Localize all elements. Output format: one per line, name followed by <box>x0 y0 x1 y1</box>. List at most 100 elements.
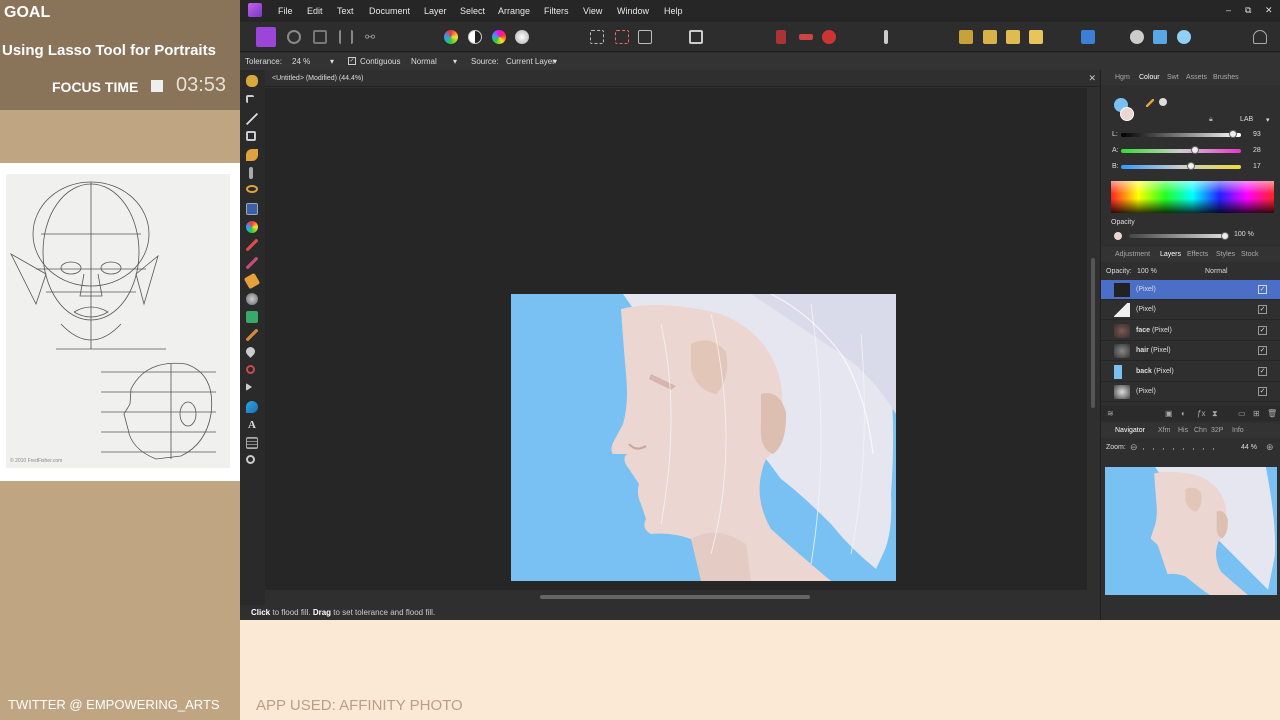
layer-row[interactable]: (Pixel) ✓ <box>1101 280 1280 300</box>
minimize-icon[interactable]: – <box>1226 5 1231 15</box>
tab-history[interactable]: His <box>1178 427 1188 434</box>
vertical-scroll-thumb[interactable] <box>1091 258 1095 408</box>
a-value[interactable]: 28 <box>1253 147 1261 154</box>
crop-tool-icon[interactable] <box>246 131 256 141</box>
close-window-icon[interactable]: ✕ <box>1265 5 1273 16</box>
live-filter-icon[interactable]: ⧗ <box>1212 409 1218 419</box>
zoom-out-icon[interactable]: ⊖ <box>1130 442 1138 453</box>
erase-brush-tool-icon[interactable] <box>243 272 261 290</box>
menu-text[interactable]: Text <box>337 6 354 16</box>
tab-info[interactable]: Info <box>1232 427 1244 434</box>
l-slider-thumb[interactable] <box>1228 130 1237 138</box>
arrange-forward-icon[interactable] <box>1006 30 1020 44</box>
boolean-add-icon[interactable] <box>1130 30 1144 44</box>
dodge-tool-icon[interactable] <box>246 293 258 305</box>
magnet-icon[interactable] <box>822 30 836 44</box>
auto-levels-icon[interactable] <box>444 30 458 44</box>
zoom-tool-icon[interactable] <box>246 455 255 464</box>
marquee-select-icon[interactable] <box>590 30 604 44</box>
flood-select-tool-icon[interactable] <box>249 167 253 179</box>
account-icon[interactable] <box>1253 30 1267 44</box>
lock-icon[interactable]: 🔒︎ <box>1209 116 1213 124</box>
tab-styles[interactable]: Styles <box>1216 251 1235 258</box>
colour-model-select[interactable]: LAB <box>1240 116 1253 123</box>
colour-spectrum-shade[interactable] <box>1111 181 1274 213</box>
boolean-intersect-icon[interactable] <box>1177 30 1191 44</box>
color-picker-tool-icon[interactable] <box>246 113 258 125</box>
l-slider[interactable] <box>1121 133 1241 137</box>
menu-window[interactable]: Window <box>617 6 649 16</box>
affinity-photo-logo-icon[interactable] <box>248 3 262 17</box>
blur-tool-icon[interactable] <box>244 345 257 358</box>
tab-brushes[interactable]: Brushes <box>1213 74 1239 81</box>
arrange-front-icon[interactable] <box>1029 30 1043 44</box>
primary-colour-swatch[interactable] <box>1120 107 1134 121</box>
tab-channels[interactable]: Chn <box>1194 427 1207 434</box>
tab-colour[interactable]: Colour <box>1139 74 1160 81</box>
layer-visibility-checkbox[interactable]: ✓ <box>1258 305 1267 314</box>
blend-mode-dropdown-icon[interactable]: ▾ <box>453 57 457 66</box>
tab-histogram[interactable]: Hgm <box>1115 74 1130 81</box>
align-left-icon[interactable] <box>1081 30 1095 44</box>
menu-select[interactable]: Select <box>460 6 485 16</box>
layer-visibility-checkbox[interactable]: ✓ <box>1258 326 1267 335</box>
layer-row[interactable]: (Pixel) ✓ <box>1101 382 1280 402</box>
export-persona-icon[interactable]: ⚯ <box>365 30 379 44</box>
horizontal-scrollbar[interactable] <box>265 590 1100 604</box>
liquify-persona-icon[interactable] <box>287 30 301 44</box>
layer-visibility-checkbox[interactable]: ✓ <box>1258 346 1267 355</box>
deselect-icon[interactable] <box>615 30 629 44</box>
menu-document[interactable]: Document <box>369 6 410 16</box>
adjustment-layer-icon[interactable]: ◐ <box>1181 409 1186 418</box>
layer-visibility-checkbox[interactable]: ✓ <box>1258 367 1267 376</box>
red-eye-tool-icon[interactable] <box>246 365 255 374</box>
selection-brush-tool-icon[interactable] <box>246 149 258 161</box>
layer-visibility-checkbox[interactable]: ✓ <box>1258 387 1267 396</box>
canvas-viewport[interactable] <box>265 88 1087 590</box>
auto-white-balance-icon[interactable] <box>515 30 529 44</box>
layer-row[interactable]: face (Pixel) ✓ <box>1101 321 1280 341</box>
quick-mask-icon[interactable] <box>689 30 703 44</box>
layer-stack-icon[interactable]: ≋ <box>1107 409 1114 418</box>
opacity-slider[interactable] <box>1129 234 1225 238</box>
menu-file[interactable]: File <box>278 6 293 16</box>
navigator-preview[interactable] <box>1105 467 1277 595</box>
photo-persona-icon[interactable] <box>256 27 276 47</box>
auto-contrast-icon[interactable] <box>468 30 482 44</box>
portrait-artwork[interactable] <box>511 294 896 581</box>
arrange-back-icon[interactable] <box>959 30 973 44</box>
restore-icon[interactable]: ⧉ <box>1245 5 1251 16</box>
layer-row[interactable]: back (Pixel) ✓ <box>1101 362 1280 382</box>
gradient-tool-icon[interactable] <box>246 221 258 233</box>
add-layer-icon[interactable]: ⊞ <box>1253 409 1260 418</box>
source-dropdown-icon[interactable]: ▾ <box>553 57 557 66</box>
arrange-backward-icon[interactable] <box>983 30 997 44</box>
b-slider-thumb[interactable] <box>1186 162 1195 170</box>
zoom-value[interactable]: 44 % <box>1241 444 1257 451</box>
flood-fill-tool-icon[interactable] <box>246 203 258 215</box>
healing-brush-tool-icon[interactable] <box>246 329 258 341</box>
tab-assets[interactable]: Assets <box>1186 74 1207 81</box>
pen-tool-icon[interactable] <box>246 401 258 413</box>
l-value[interactable]: 93 <box>1253 131 1261 138</box>
group-layers-icon[interactable]: ▭ <box>1238 409 1246 418</box>
vertical-scrollbar[interactable] <box>1087 88 1100 590</box>
tone-mapping-persona-icon[interactable] <box>339 30 353 44</box>
opacity-value[interactable]: 100 % <box>1234 231 1254 238</box>
close-document-icon[interactable]: ✕ <box>1088 73 1096 84</box>
clone-tool-icon[interactable] <box>246 311 258 323</box>
assistant-icon[interactable] <box>776 30 786 44</box>
snapping-icon[interactable] <box>799 34 813 40</box>
tab-effects[interactable]: Effects <box>1187 251 1208 258</box>
node-tool-icon[interactable] <box>246 383 252 391</box>
layer-opacity-value[interactable]: 100 % <box>1137 268 1157 275</box>
b-value[interactable]: 17 <box>1253 163 1261 170</box>
invert-selection-icon[interactable] <box>638 30 652 44</box>
tab-transform[interactable]: Xfm <box>1158 427 1170 434</box>
tab-32p[interactable]: 32P <box>1211 427 1223 434</box>
source-select[interactable]: Current Layer <box>506 57 555 66</box>
mask-layer-icon[interactable]: ▣ <box>1165 409 1173 418</box>
tab-swatches[interactable]: Swt <box>1167 74 1179 81</box>
tab-navigator[interactable]: Navigator <box>1115 427 1145 434</box>
hand-tool-icon[interactable] <box>246 75 258 87</box>
